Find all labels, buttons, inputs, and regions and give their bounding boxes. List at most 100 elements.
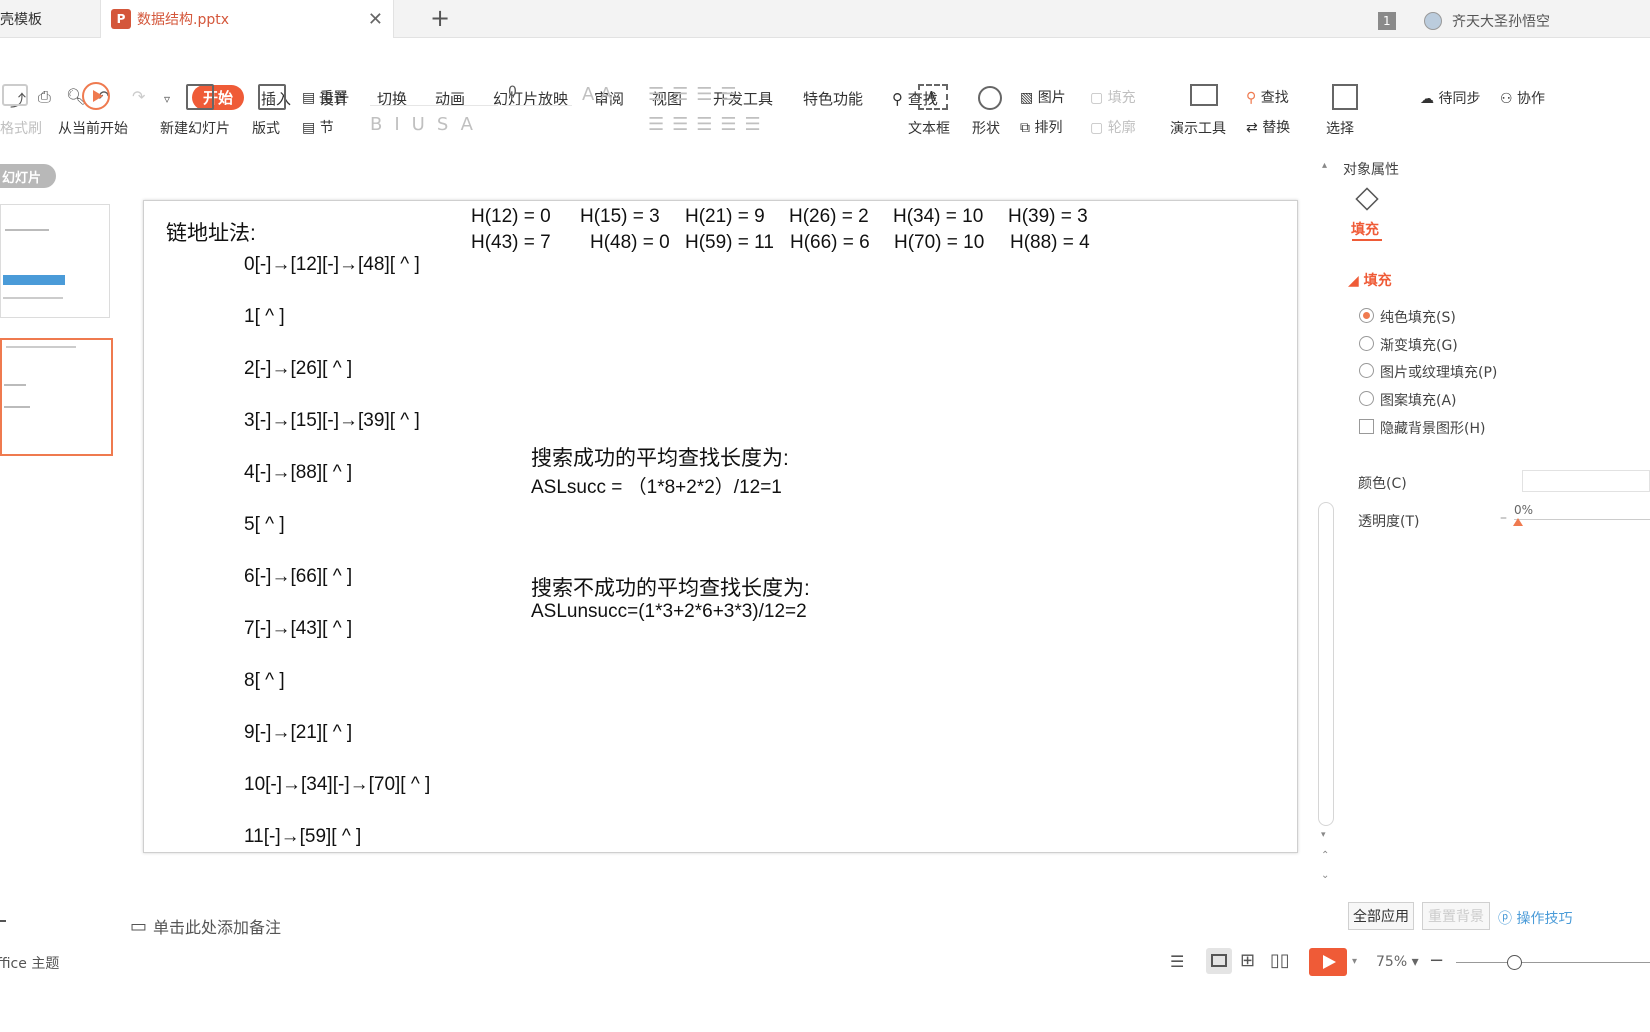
slides-panel-tab[interactable]: 幻灯片 bbox=[0, 164, 56, 188]
hide-bg-checkbox[interactable] bbox=[1359, 419, 1374, 434]
scroll-down-icon[interactable]: ▾ bbox=[1321, 830, 1326, 840]
slide-thumbnail-2[interactable] bbox=[0, 338, 113, 456]
transparency-label: 透明度(T) bbox=[1358, 514, 1420, 530]
slide-canvas[interactable]: 链地址法: H(12) = 0 H(15) = 3 H(21) = 9 H(26… bbox=[143, 200, 1298, 853]
align-icons[interactable]: ☰☰☰☰☰ bbox=[648, 114, 769, 135]
picture-label: 图片 bbox=[1037, 90, 1066, 106]
new-slide-button[interactable]: 新建幻灯片 bbox=[160, 118, 230, 138]
present-tools-button[interactable]: 演示工具 bbox=[1170, 118, 1226, 138]
section-icon: ▤ bbox=[302, 120, 320, 136]
chain-row: 0[-]→[12][-]→[48][ ^ ] bbox=[244, 254, 420, 275]
chain-row: 5[ ^ ] bbox=[244, 514, 285, 535]
panel-scrollbar[interactable] bbox=[1318, 502, 1334, 826]
collab-button[interactable]: ⚇ 协作 bbox=[1500, 88, 1545, 108]
hash-value: H(39) = 3 bbox=[1008, 206, 1088, 227]
transparency-decrease[interactable]: – bbox=[1500, 510, 1507, 526]
solid-fill-radio[interactable] bbox=[1359, 308, 1374, 323]
list-icons[interactable]: ☰☰☰☰ bbox=[648, 84, 745, 105]
from-current-button[interactable]: 从当前开始 bbox=[58, 118, 128, 138]
play-options-chevron-icon[interactable]: ▾ bbox=[1352, 956, 1357, 967]
fill-section-label: 填充 bbox=[1363, 273, 1392, 289]
fill-label: 填充 bbox=[1107, 90, 1136, 106]
tab-document[interactable]: P 数据结构.pptx ✕ bbox=[100, 0, 394, 38]
user-account[interactable]: 齐天大圣孙悟空 bbox=[1424, 11, 1550, 31]
reset-button[interactable]: ▤ 重置 bbox=[302, 87, 348, 107]
apply-all-button[interactable]: 全部应用 bbox=[1348, 902, 1414, 930]
font-style-icons[interactable]: BIUSA bbox=[370, 114, 485, 135]
normal-view-button[interactable] bbox=[1206, 948, 1232, 974]
pattern-fill-label: 图案填充(A) bbox=[1380, 393, 1457, 409]
zoom-slider[interactable] bbox=[1456, 962, 1650, 963]
new-slide-icon bbox=[186, 84, 214, 110]
gradient-fill-radio[interactable] bbox=[1359, 336, 1374, 351]
section-button[interactable]: ▤ 节 bbox=[302, 117, 334, 137]
print-icon[interactable]: ⎙ bbox=[38, 87, 51, 107]
slide-thumbnail-1[interactable] bbox=[0, 204, 110, 318]
hash-value: H(34) = 10 bbox=[893, 206, 984, 227]
shape-button[interactable]: 形状 bbox=[972, 118, 1000, 138]
font-name-select[interactable] bbox=[370, 84, 498, 106]
hash-value: H(43) = 7 bbox=[471, 232, 551, 253]
replace-button[interactable]: ⇄ 替换 bbox=[1246, 117, 1290, 137]
redo-icon[interactable]: ↷ bbox=[132, 87, 145, 106]
splitter-handle[interactable] bbox=[0, 920, 6, 922]
picture-button[interactable]: ▧ 图片 bbox=[1020, 87, 1066, 107]
solid-fill-label: 纯色填充(S) bbox=[1380, 310, 1456, 326]
fill-section-header[interactable]: ◢ 填充 bbox=[1348, 270, 1392, 290]
outline-button[interactable]: ▢ 轮廓 bbox=[1090, 117, 1136, 137]
notes-area[interactable]: ▭ 单击此处添加备注 bbox=[130, 914, 281, 938]
layout-icon bbox=[258, 84, 286, 110]
new-tab-icon[interactable]: + bbox=[430, 4, 450, 32]
hide-bg-label: 隐藏背景图形(H) bbox=[1380, 421, 1486, 437]
tab-fill[interactable]: 填充 bbox=[1351, 219, 1379, 239]
zoom-out-icon[interactable]: − bbox=[1429, 950, 1444, 971]
reading-view-icon[interactable]: ▯▯ bbox=[1270, 950, 1290, 971]
menu-bar: ⤴ ⎙ 🔍︎ ↶ ↷ ▿ 开始 插入 设计 切换 动画 幻灯片放映 审阅 视图 … bbox=[0, 40, 1650, 110]
scroll-bottom-icon[interactable]: ⌄ bbox=[1321, 870, 1329, 881]
color-picker[interactable] bbox=[1522, 470, 1650, 492]
sync-button[interactable]: ☁ 待同步 bbox=[1420, 88, 1480, 108]
notes-toggle-icon[interactable]: ☰ bbox=[1170, 952, 1184, 971]
format-painter-button[interactable]: 格式刷 bbox=[0, 118, 42, 138]
reset-background-button[interactable]: 重置背景 bbox=[1422, 902, 1490, 930]
tab-template-label: 稻壳模板 bbox=[0, 12, 42, 28]
picture-fill-radio[interactable] bbox=[1359, 363, 1374, 378]
textbox-button[interactable]: 文本框 bbox=[908, 118, 950, 138]
tips-link[interactable]: ⓟ 操作技巧 bbox=[1498, 908, 1572, 928]
fill-bucket-icon bbox=[1355, 187, 1379, 211]
customize-quick-access-icon[interactable]: ▿ bbox=[164, 92, 170, 106]
close-tab-icon[interactable]: ✕ bbox=[368, 9, 383, 30]
reset-icon: ▤ bbox=[302, 90, 320, 106]
replace-icon: ⇄ bbox=[1246, 120, 1263, 136]
pattern-fill-radio[interactable] bbox=[1359, 391, 1374, 406]
hash-value: H(26) = 2 bbox=[789, 206, 869, 227]
present-tools-icon bbox=[1190, 84, 1218, 106]
zoom-slider-handle[interactable] bbox=[1507, 955, 1522, 970]
font-size-select[interactable]: 0 bbox=[504, 84, 572, 106]
layout-button[interactable]: 版式 bbox=[252, 118, 280, 138]
play-slideshow-button[interactable] bbox=[1309, 948, 1347, 976]
collapse-icon[interactable]: ▴ bbox=[1322, 160, 1327, 171]
select-button[interactable]: 选择 bbox=[1326, 118, 1354, 138]
tab-template[interactable]: 稻壳模板 bbox=[0, 0, 98, 38]
color-label: 颜色(C) bbox=[1358, 476, 1407, 492]
sorter-view-icon[interactable]: ⊞ bbox=[1240, 950, 1255, 971]
play-from-current-icon bbox=[82, 82, 110, 110]
scroll-top-icon[interactable]: ⌃ bbox=[1321, 850, 1329, 861]
fill-button[interactable]: ▢ 填充 bbox=[1090, 87, 1136, 107]
find-button[interactable]: ⚲ 查找 bbox=[1246, 87, 1289, 107]
arrange-button[interactable]: ⧉ 排列 bbox=[1020, 117, 1062, 137]
outline-label: 轮廓 bbox=[1107, 120, 1136, 136]
picture-icon: ▧ bbox=[1020, 90, 1038, 106]
hash-value: H(59) = 11 bbox=[685, 232, 774, 253]
increase-font-icon[interactable]: A A bbox=[582, 84, 612, 105]
transparency-slider-handle[interactable] bbox=[1513, 518, 1523, 526]
panel-title[interactable]: 对象属性 bbox=[1343, 159, 1399, 179]
arrange-icon: ⧉ bbox=[1020, 120, 1035, 136]
chain-row: 3[-]→[15][-]→[39][ ^ ] bbox=[244, 410, 420, 431]
transparency-slider[interactable] bbox=[1514, 519, 1650, 520]
zoom-level[interactable]: 75% ▾ bbox=[1376, 954, 1419, 970]
collab-label: 协作 bbox=[1517, 91, 1546, 107]
menu-features[interactable]: 特色功能 bbox=[803, 88, 863, 109]
sync-label: 待同步 bbox=[1438, 91, 1481, 107]
